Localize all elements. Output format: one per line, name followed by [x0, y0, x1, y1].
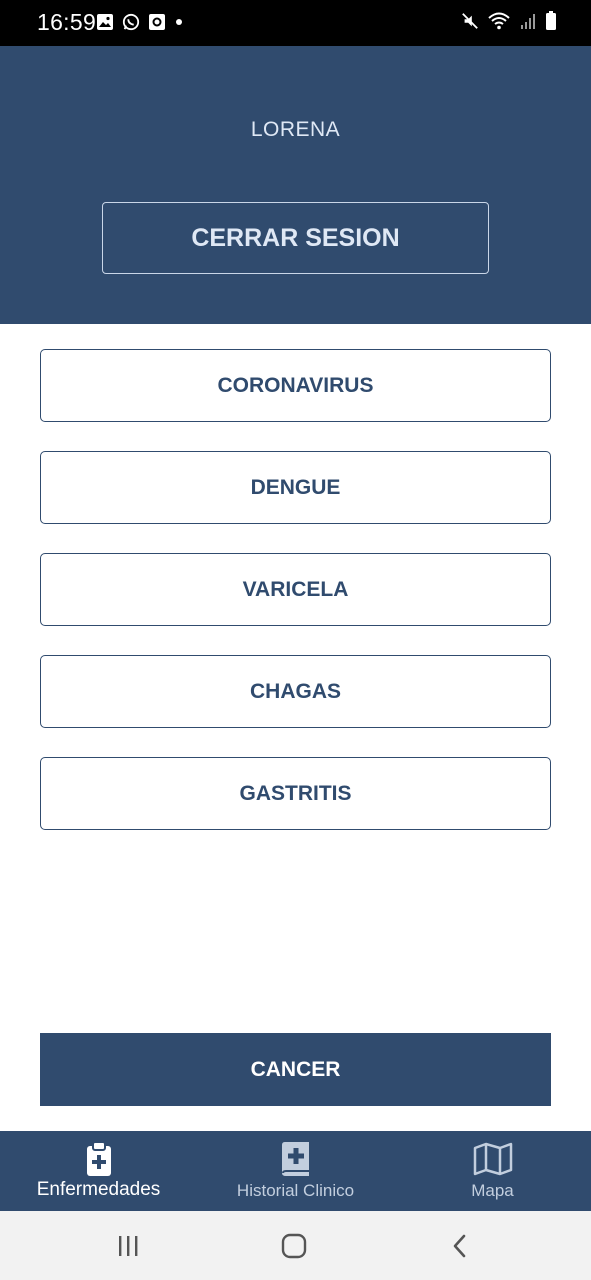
profile-header: LORENA CERRAR SESION — [0, 46, 591, 324]
nav-label: Enfermedades — [36, 1179, 161, 1200]
nav-label: Mapa — [471, 1181, 514, 1200]
battery-icon — [546, 11, 556, 30]
mute-icon — [462, 13, 478, 29]
disease-button-coronavirus[interactable]: CORONAVIRUS — [40, 349, 551, 422]
wifi-icon — [488, 12, 510, 30]
status-left-icons — [96, 12, 182, 32]
user-name: LORENA — [250, 118, 341, 141]
nav-item-enfermedades[interactable]: Enfermedades — [0, 1131, 197, 1211]
dot-icon — [176, 19, 182, 25]
whatsapp-icon — [122, 13, 140, 31]
system-nav-bar — [0, 1211, 591, 1280]
bottom-nav: Enfermedades Historial Clinico Mapa — [0, 1131, 591, 1211]
disease-button-dengue[interactable]: DENGUE — [40, 451, 551, 524]
disease-list: CORONAVIRUS DENGUE VARICELA CHAGAS GASTR… — [40, 349, 551, 859]
disease-button-gastritis[interactable]: GASTRITIS — [40, 757, 551, 830]
status-right-icons — [461, 11, 557, 31]
back-icon[interactable] — [450, 1233, 470, 1259]
status-bar: 16:59 — [0, 0, 591, 46]
status-time: 16:59 — [37, 9, 97, 35]
notification-app-icon — [149, 14, 165, 30]
signal-icon — [521, 14, 535, 29]
disease-button-varicela[interactable]: VARICELA — [40, 553, 551, 626]
clipboard-plus-icon — [86, 1141, 111, 1176]
map-icon — [473, 1142, 512, 1176]
home-icon[interactable] — [280, 1233, 308, 1259]
image-icon — [97, 14, 113, 30]
logout-button[interactable]: CERRAR SESION — [102, 202, 489, 274]
nav-label: Historial Clinico — [236, 1181, 355, 1200]
nav-item-mapa[interactable]: Mapa — [394, 1131, 591, 1211]
cancer-button[interactable]: CANCER — [40, 1033, 551, 1106]
nav-item-historial-clinico[interactable]: Historial Clinico — [197, 1131, 394, 1211]
recent-apps-icon[interactable] — [116, 1233, 140, 1259]
medical-book-icon — [281, 1142, 309, 1176]
disease-button-chagas[interactable]: CHAGAS — [40, 655, 551, 728]
